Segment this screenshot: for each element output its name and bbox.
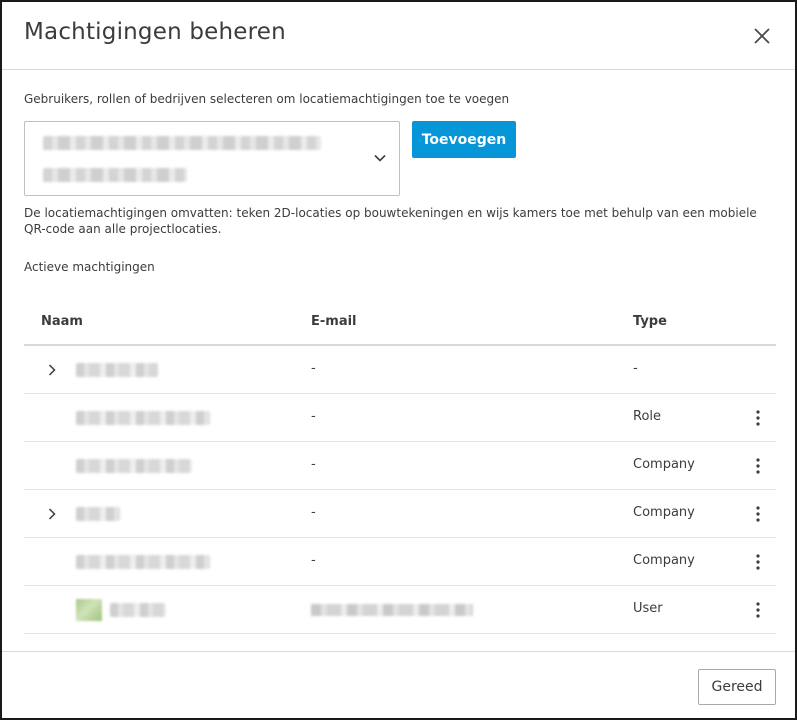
dialog-header: Machtigingen beheren (2, 2, 795, 70)
dialog-title: Machtigingen beheren (24, 19, 286, 45)
column-header-type[interactable]: Type (633, 314, 667, 329)
more-vertical-icon[interactable] (748, 408, 768, 428)
type-cell: Company (633, 505, 695, 520)
type-cell: User (633, 601, 663, 616)
more-vertical-icon[interactable] (748, 552, 768, 572)
name-blurred (76, 507, 120, 521)
table-row: User (24, 586, 776, 634)
table-row: - Company (24, 538, 776, 586)
name-blurred (76, 459, 192, 473)
name-blurred (76, 411, 210, 425)
avatar (76, 599, 102, 621)
type-cell: Company (633, 457, 695, 472)
column-header-name[interactable]: Naam (41, 314, 83, 329)
select-instruction: Gebruikers, rollen of bedrijven selecter… (24, 92, 510, 106)
type-cell: Company (633, 553, 695, 568)
table-row: - - (24, 346, 776, 394)
active-permissions-label: Actieve machtigingen (24, 260, 155, 274)
table-row: - Company (24, 490, 776, 538)
name-blurred (76, 363, 158, 377)
assignee-select[interactable] (24, 121, 400, 196)
more-vertical-icon[interactable] (748, 504, 768, 524)
email-cell: - (311, 361, 316, 376)
table-header: Naam E-mail Type (24, 298, 776, 346)
chevron-right-icon[interactable] (44, 506, 60, 522)
add-button[interactable]: Toevoegen (412, 121, 516, 158)
done-button[interactable]: Gereed (698, 669, 776, 705)
chevron-right-icon[interactable] (44, 362, 60, 378)
email-blurred (311, 604, 473, 616)
email-cell: - (311, 505, 316, 520)
chevron-down-icon (374, 154, 386, 162)
permissions-info: De locatiemachtigingen omvatten: teken 2… (24, 206, 757, 236)
table-row: - Company (24, 442, 776, 490)
table-row: - Role (24, 394, 776, 442)
email-cell: - (311, 409, 316, 424)
column-header-email[interactable]: E-mail (311, 314, 357, 329)
type-cell: Role (633, 409, 662, 424)
close-icon[interactable] (750, 24, 774, 48)
name-blurred (110, 603, 166, 617)
more-vertical-icon[interactable] (748, 456, 768, 476)
permissions-table: Naam E-mail Type - - - Role - Company - … (24, 298, 776, 634)
type-cell: - (633, 361, 638, 376)
name-blurred (76, 555, 210, 569)
manage-permissions-dialog: Machtigingen beheren Gebruikers, rollen … (0, 0, 797, 720)
footer-divider (2, 651, 795, 652)
more-vertical-icon[interactable] (748, 600, 768, 620)
email-cell: - (311, 553, 316, 568)
selected-value-blurred-2 (43, 168, 187, 182)
selected-value-blurred (43, 136, 321, 150)
email-cell: - (311, 457, 316, 472)
